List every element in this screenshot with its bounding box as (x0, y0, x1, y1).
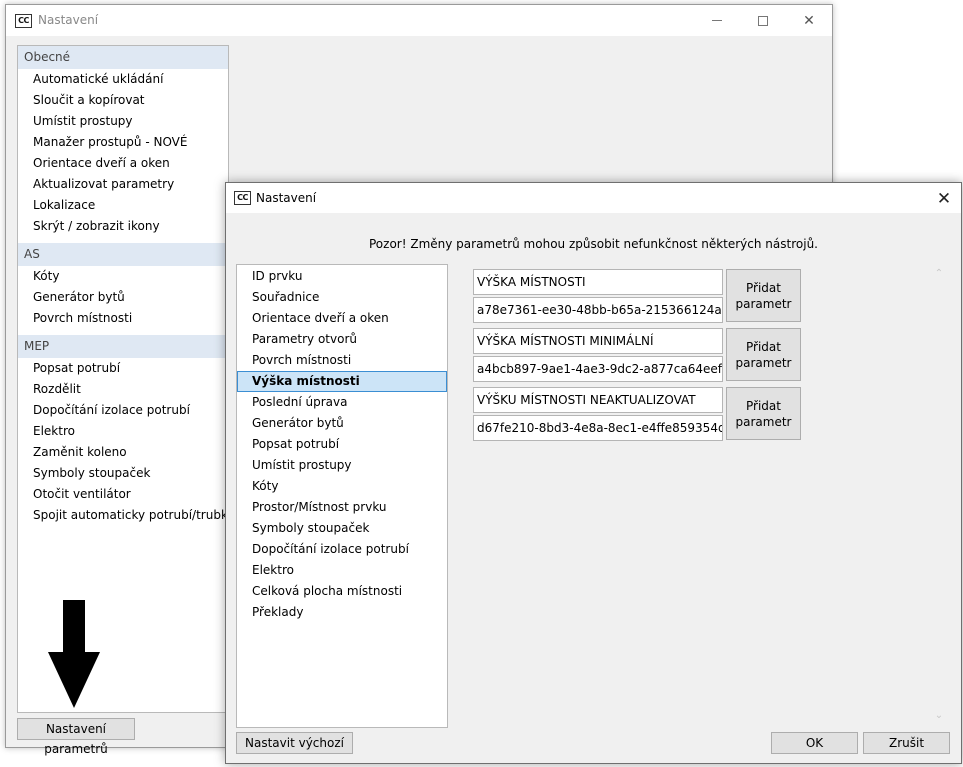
nav-item-riser-symbols[interactable]: Symboly stoupaček (18, 463, 228, 484)
nav-item-openings-manager[interactable]: Manažer prostupů - NOVÉ (18, 132, 228, 153)
parameter-category-list: ID prvku Souřadnice Orientace dveří a ok… (236, 264, 448, 728)
list-item[interactable]: Prostor/Místnost prvku (237, 497, 447, 518)
nav-item-pipe-insulation[interactable]: Dopočítání izolace potrubí (18, 400, 228, 421)
nav-item-dimensions[interactable]: Kóty (18, 266, 228, 287)
parameter-name-field[interactable]: VÝŠKA MÍSTNOSTI (473, 269, 723, 295)
app-logo-icon: CC (15, 14, 32, 28)
nav-item-localization[interactable]: Lokalizace (18, 195, 228, 216)
group-header: MEP (18, 335, 228, 358)
nav-item-swap-elbow[interactable]: Zaměnit koleno (18, 442, 228, 463)
nav-item-split[interactable]: Rozdělit (18, 379, 228, 400)
scroll-down-icon[interactable]: ⌄ (932, 711, 946, 721)
list-item[interactable]: Generátor bytů (237, 413, 447, 434)
list-item[interactable]: Poslední úprava (237, 392, 447, 413)
nav-item-merge-copy[interactable]: Sloučit a kopírovat (18, 90, 228, 111)
nav-item-toggle-icons[interactable]: Skrýt / zobrazit ikony (18, 216, 228, 237)
list-item[interactable]: ID prvku (237, 266, 447, 287)
ok-button[interactable]: OK (771, 732, 858, 754)
maximize-icon[interactable] (740, 5, 786, 36)
list-item[interactable]: Popsat potrubí (237, 434, 447, 455)
set-default-button[interactable]: Nastavit výchozí (236, 732, 353, 754)
group-header: Obecné (18, 46, 228, 69)
list-item[interactable]: Povrch místnosti (237, 350, 447, 371)
arrow-down-icon (48, 600, 100, 708)
title-bar[interactable]: CC Nastavení ✕ (226, 183, 961, 213)
list-item[interactable]: Kóty (237, 476, 447, 497)
list-item[interactable]: Překlady (237, 602, 447, 623)
nav-item-place-openings[interactable]: Umístit prostupy (18, 111, 228, 132)
list-item[interactable]: Celková plocha místnosti (237, 581, 447, 602)
parameter-guid-field[interactable]: a4bcb897-9ae1-4ae3-9dc2-a877ca64eefb (473, 356, 723, 382)
nav-item-electro[interactable]: Elektro (18, 421, 228, 442)
close-icon[interactable]: ✕ (786, 5, 832, 36)
settings-dialog: CC Nastavení ✕ Pozor! Změny parametrů mo… (225, 182, 962, 764)
parameter-guid-field[interactable]: d67fe210-8bd3-4e8a-8ec1-e4ffe859354d (473, 415, 723, 441)
add-parameter-button[interactable]: Přidat parametr (726, 328, 801, 381)
close-icon[interactable]: ✕ (926, 183, 962, 214)
nav-item-auto-connect[interactable]: Spojit automaticky potrubí/trubky (18, 505, 235, 526)
list-item[interactable]: Parametry otvorů (237, 329, 447, 350)
window-title: Nastavení (38, 13, 99, 27)
parameter-guid-field[interactable]: a78e7361-ee30-48bb-b65a-215366124a39 (473, 297, 723, 323)
nav-item-door-orientation[interactable]: Orientace dveří a oken (18, 153, 228, 174)
list-item-selected[interactable]: Výška místnosti (237, 371, 447, 392)
minimize-icon[interactable] (694, 5, 740, 36)
parameter-name-field[interactable]: VÝŠKU MÍSTNOSTI NEAKTUALIZOVAT (473, 387, 723, 413)
scroll-up-icon[interactable]: ⌃ (932, 269, 946, 279)
list-item[interactable]: Symboly stoupaček (237, 518, 447, 539)
cancel-button[interactable]: Zrušit (863, 732, 950, 754)
list-item[interactable]: Orientace dveří a oken (237, 308, 447, 329)
title-bar[interactable]: CC Nastavení ✕ (6, 5, 832, 36)
add-parameter-button[interactable]: Přidat parametr (726, 269, 801, 322)
nav-item-room-surface[interactable]: Povrch místnosti (18, 308, 228, 329)
dialog-title: Nastavení (256, 191, 317, 205)
nav-item-pipe-tags[interactable]: Popsat potrubí (18, 358, 228, 379)
nav-item-apartment-generator[interactable]: Generátor bytů (18, 287, 228, 308)
nav-item-rotate-fan[interactable]: Otočit ventilátor (18, 484, 228, 505)
add-parameter-button[interactable]: Přidat parametr (726, 387, 801, 440)
nav-item-autosave[interactable]: Automatické ukládání (18, 69, 228, 90)
list-item[interactable]: Dopočítání izolace potrubí (237, 539, 447, 560)
list-item[interactable]: Souřadnice (237, 287, 447, 308)
parameter-settings-button[interactable]: Nastavení parametrů (17, 718, 135, 756)
warning-text: Pozor! Změny parametrů mohou způsobit ne… (369, 237, 818, 251)
list-item[interactable]: Elektro (237, 560, 447, 581)
nav-item-update-params[interactable]: Aktualizovat parametry (18, 174, 228, 195)
group-header: AS (18, 243, 228, 266)
parameter-name-field[interactable]: VÝŠKA MÍSTNOSTI MINIMÁLNÍ (473, 328, 723, 354)
app-logo-icon: CC (234, 191, 251, 205)
list-item[interactable]: Umístit prostupy (237, 455, 447, 476)
